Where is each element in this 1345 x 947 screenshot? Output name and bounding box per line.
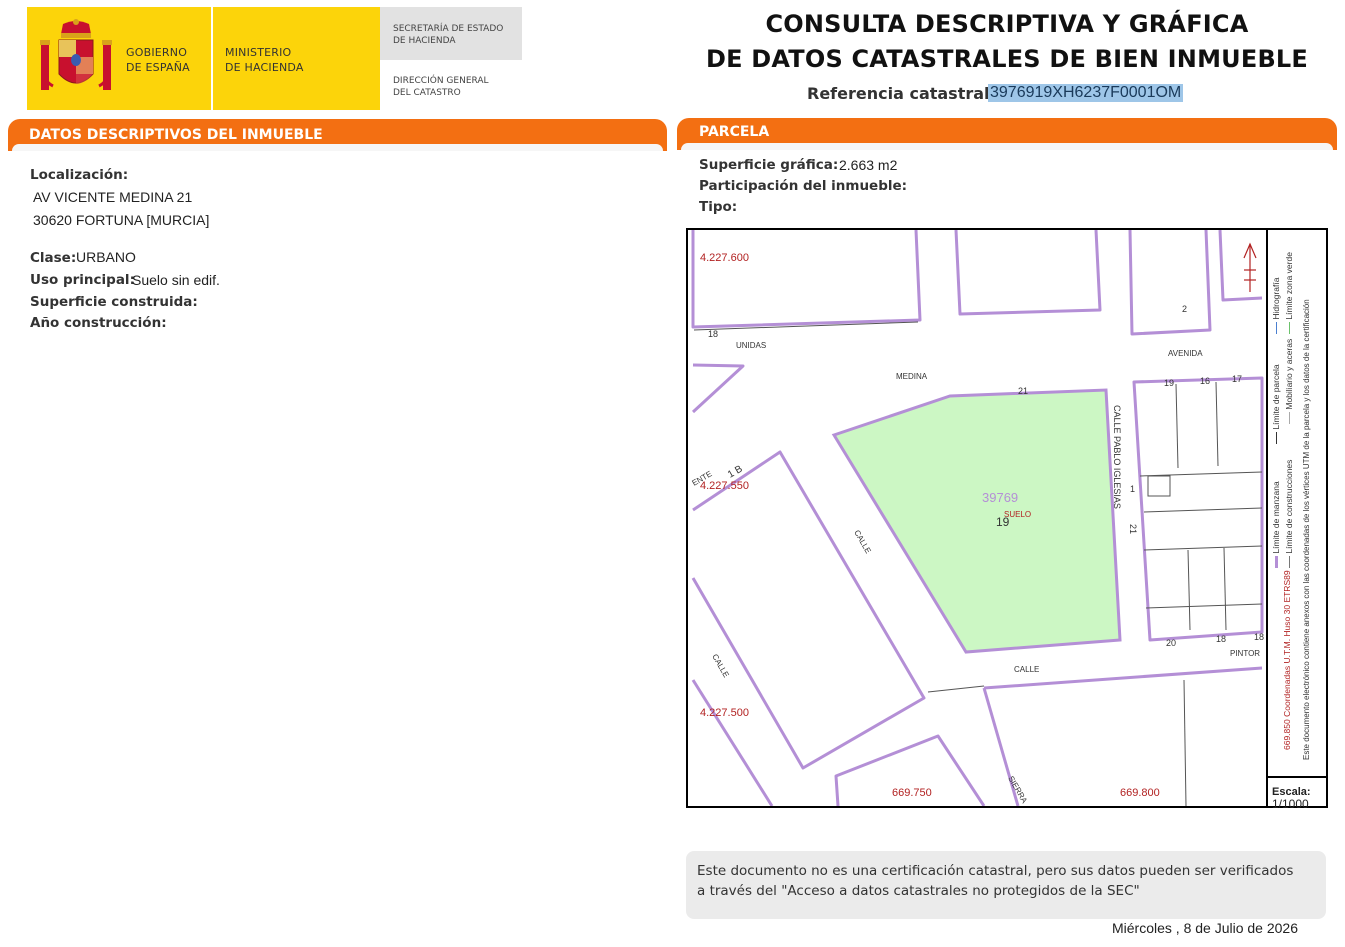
street-pablo-iglesias: CALLE PABLO IGLESIAS (1112, 405, 1122, 509)
house-number: 2 (1182, 304, 1187, 314)
coat-of-arms-icon (40, 19, 112, 90)
parcel-39769 (831, 388, 1122, 654)
street-unidas: UNIDAS (736, 341, 766, 350)
ano-construccion-label: Año construcción: (30, 315, 167, 331)
localizacion-label: Localización: (30, 167, 129, 183)
parcel-tag: SUELO (1004, 510, 1031, 519)
address-line1: AV VICENTE MEDINA 21 (33, 189, 193, 205)
section-title-descriptive: DATOS DESCRIPTIVOS DEL INMUEBLE (29, 127, 323, 143)
page-title-line1: CONSULTA DESCRIPTIVA Y GRÁFICA (765, 10, 1249, 38)
block-top-right-b (1218, 230, 1263, 302)
legend-hidrografia-swatch (1276, 322, 1278, 334)
logo-divider (211, 7, 213, 110)
reference-label: Referencia catastral: (807, 84, 996, 103)
parcel-number: 39769 (982, 490, 1018, 505)
street-medina: MEDINA (896, 372, 928, 381)
legend-parcela-swatch (1276, 432, 1278, 444)
coord-x-left: 669.750 (892, 787, 932, 799)
superficie-construida-label: Superficie construida: (30, 294, 198, 310)
house-number: 18 (708, 329, 718, 339)
street-calle-left: CALLE (710, 653, 730, 679)
disclaimer-text: Este documento no es una certificación c… (697, 863, 1294, 899)
coord-y-top: 4.227.600 (700, 252, 749, 264)
reference-value[interactable]: 3976919XH6237F0001OM (988, 84, 1184, 102)
cadastral-map[interactable]: 4.227.600 4.227.550 4.227.500 669.750 66… (686, 228, 1328, 811)
scale-value: 1/1000 (1272, 797, 1309, 811)
house-number: 17 (1232, 374, 1242, 384)
disclaimer-box: Este documento no es una certificación c… (686, 851, 1326, 919)
house-number: 21 (1018, 386, 1028, 396)
legend-mobiliario: Mobiliario y aceras (1284, 338, 1294, 410)
scale-box: Escala: 1/1000 (1266, 776, 1326, 811)
legend-coordenadas: Coordenadas U.T.M. Huso 30 ETRS89 (1282, 570, 1292, 717)
legend-hidrografia: Hidrografía (1271, 277, 1281, 320)
coord-y-bottom: 4.227.500 (700, 707, 749, 719)
map-drawing: 4.227.600 4.227.550 4.227.500 669.750 66… (691, 230, 1264, 806)
superficie-grafica-label: Superficie gráfica: (699, 157, 839, 173)
document-date: Miércoles , 8 de Julio de 2026 (1112, 920, 1298, 936)
legend-mobiliario-swatch (1289, 412, 1291, 424)
logo-secretaria-line2: DE HACIENDA (393, 36, 456, 46)
block-left-mid (691, 363, 745, 414)
legend-construcciones: Límite de construcciones (1284, 459, 1294, 554)
legend-manzana: Límite de manzana (1271, 481, 1281, 554)
house-number: 18 (1216, 634, 1226, 644)
logo-ministerio-line1: MINISTERIO (225, 46, 292, 59)
house-number: 16 (1200, 376, 1210, 386)
logo-direccion-line2: DEL CATASTRO (393, 88, 461, 98)
section-title-parcela: PARCELA (699, 124, 770, 140)
logo-gobierno-line2: DE ESPAÑA (126, 61, 190, 74)
street-avenida: AVENIDA (1168, 349, 1203, 358)
coord-y-mid: 4.227.550 (700, 480, 749, 492)
clase-label: Clase: (30, 250, 77, 266)
tipo-label: Tipo: (699, 199, 738, 215)
coord-x-right: 669.800 (1120, 787, 1160, 799)
block-top-right-a (1128, 230, 1212, 336)
section-bar-parcela (677, 118, 1337, 150)
north-arrow-icon (1243, 242, 1257, 292)
clase-value: URBANO (76, 249, 136, 265)
house-number: 1 (1130, 484, 1135, 494)
block-top-center (954, 230, 1102, 316)
street-calle-bottom: CALLE (1014, 665, 1039, 674)
logo-gobierno-line1: GOBIERNO (126, 46, 188, 59)
legend-parcela: Límite de parcela (1271, 364, 1281, 430)
logo-ministerio-line2: DE HACIENDA (225, 61, 304, 74)
street-calle-mid: CALLE (852, 529, 872, 555)
legend-coord-prefix: 669.850 (1282, 719, 1292, 750)
block-left-bottom (691, 679, 774, 806)
house-number: 18 (1254, 632, 1264, 642)
uso-principal-value: Suelo sin edif. (132, 272, 220, 288)
house-number: 21 (1128, 524, 1138, 534)
legend-documento: Este documento electrónico contiene anex… (1302, 299, 1311, 760)
government-logo: GOBIERNO DE ESPAÑA MINISTERIO DE HACIEND… (27, 7, 522, 110)
map-legend: Límite de manzana Límite de parcela Hidr… (1266, 230, 1326, 776)
legend-zona-verde-swatch (1289, 322, 1291, 334)
page: GOBIERNO DE ESPAÑA MINISTERIO DE HACIEND… (0, 0, 1345, 947)
address-line2: 30620 FORTUNA [MURCIA] (33, 212, 210, 228)
street-pintor: PINTOR (1230, 649, 1260, 658)
page-title-line2: DE DATOS CATASTRALES DE BIEN INMUEBLE (705, 45, 1309, 73)
participacion-label: Participación del inmueble: (699, 178, 908, 194)
legend-zona-verde: Límite zona verde (1284, 252, 1294, 320)
uso-principal-label: Uso principal: (30, 272, 135, 288)
logo-direccion-line1: DIRECCIÓN GENERAL (393, 76, 489, 86)
house-number: 20 (1166, 638, 1176, 648)
house-number: 19 (1164, 378, 1174, 388)
superficie-grafica-value: 2.663 m2 (839, 157, 898, 173)
block-top-left (691, 230, 922, 329)
logo-secretaria-line1: SECRETARÍA DE ESTADO (393, 24, 504, 34)
legend-manzana-swatch (1275, 556, 1279, 568)
legend-construcciones-swatch (1289, 556, 1291, 568)
